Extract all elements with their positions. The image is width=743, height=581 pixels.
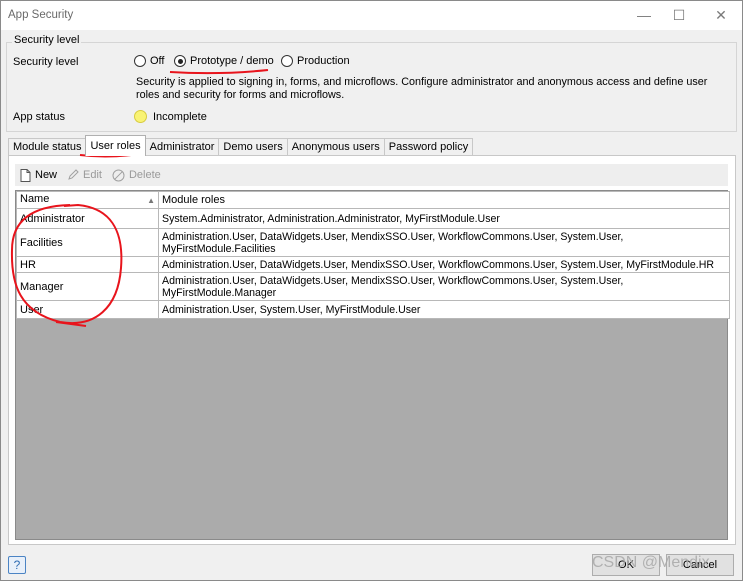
radio-production-label: Production [297, 55, 350, 67]
tab-password-policy[interactable]: Password policy [383, 138, 474, 156]
column-header-name[interactable]: Name ▲ [16, 191, 159, 209]
maximize-button[interactable]: ☐ [669, 6, 689, 24]
role-module-roles: Administration.User, DataWidgets.User, M… [158, 256, 730, 273]
edit-button[interactable]: Edit [67, 169, 102, 181]
roles-toolbar: New Edit Delete [15, 164, 728, 186]
new-document-icon [20, 168, 31, 182]
radio-production-indicator[interactable] [281, 55, 293, 67]
table-row[interactable]: Facilities Administration.User, DataWidg… [16, 228, 730, 257]
new-button-label: New [35, 169, 58, 181]
radio-off[interactable]: Off [134, 55, 164, 67]
tab-demo-users[interactable]: Demo users [218, 138, 288, 156]
window-title: App Security [8, 9, 74, 21]
tab-strip: Module status User roles Administrator D… [8, 135, 474, 156]
close-button[interactable]: ✕ [711, 6, 731, 24]
app-status-value: Incomplete [153, 111, 207, 123]
status-indicator-icon [134, 110, 147, 123]
minimize-button[interactable]: — [634, 6, 654, 24]
security-description: Security is applied to signing in, forms… [136, 76, 708, 101]
radio-off-label: Off [150, 55, 165, 67]
radio-prototype-label: Prototype / demo [190, 55, 274, 67]
role-module-roles: System.Administrator, Administration.Adm… [158, 208, 730, 229]
table-row[interactable]: User Administration.User, System.User, M… [16, 300, 730, 319]
role-name: Administrator [16, 208, 159, 229]
table-row[interactable]: Manager Administration.User, DataWidgets… [16, 272, 730, 301]
app-status-label: App status [13, 111, 65, 123]
radio-off-indicator[interactable] [134, 55, 146, 67]
table-row[interactable]: HR Administration.User, DataWidgets.User… [16, 256, 730, 273]
role-name: Manager [16, 272, 159, 301]
help-icon[interactable]: ? [8, 556, 26, 574]
tab-module-status[interactable]: Module status [8, 138, 87, 156]
table-header-row: Name ▲ Module roles [16, 191, 730, 209]
role-module-roles: Administration.User, DataWidgets.User, M… [158, 272, 730, 301]
radio-prototype-indicator[interactable] [174, 55, 186, 67]
column-header-name-label: Name [20, 193, 50, 205]
tab-user-roles[interactable]: User roles [85, 135, 146, 156]
role-name: Facilities [16, 228, 159, 257]
delete-button[interactable]: Delete [112, 169, 161, 182]
role-name: User [16, 300, 159, 319]
delete-icon [112, 169, 125, 181]
user-roles-table: Name ▲ Module roles Administrator System… [16, 191, 730, 319]
tab-anonymous-users[interactable]: Anonymous users [286, 138, 385, 156]
security-level-label: Security level [13, 56, 79, 68]
role-name: HR [16, 256, 159, 273]
table-row[interactable]: Administrator System.Administrator, Admi… [16, 208, 730, 229]
radio-production[interactable]: Production [281, 55, 350, 67]
column-header-module-roles[interactable]: Module roles [158, 191, 730, 209]
tab-administrator[interactable]: Administrator [144, 138, 220, 156]
sort-ascending-icon: ▲ [147, 196, 155, 205]
new-button[interactable]: New [20, 168, 58, 182]
title-bar: App Security — ☐ ✕ [0, 0, 743, 30]
user-roles-grid: Name ▲ Module roles Administrator System… [15, 190, 730, 540]
edit-button-label: Edit [83, 169, 102, 181]
role-module-roles: Administration.User, System.User, MyFirs… [158, 300, 730, 319]
pencil-icon [68, 169, 79, 180]
group-title: Security level [12, 34, 82, 46]
watermark: CSDN @Mendix [592, 554, 710, 571]
delete-button-label: Delete [128, 169, 161, 181]
radio-prototype-demo[interactable]: Prototype / demo [174, 55, 274, 67]
role-module-roles: Administration.User, DataWidgets.User, M… [158, 228, 730, 257]
